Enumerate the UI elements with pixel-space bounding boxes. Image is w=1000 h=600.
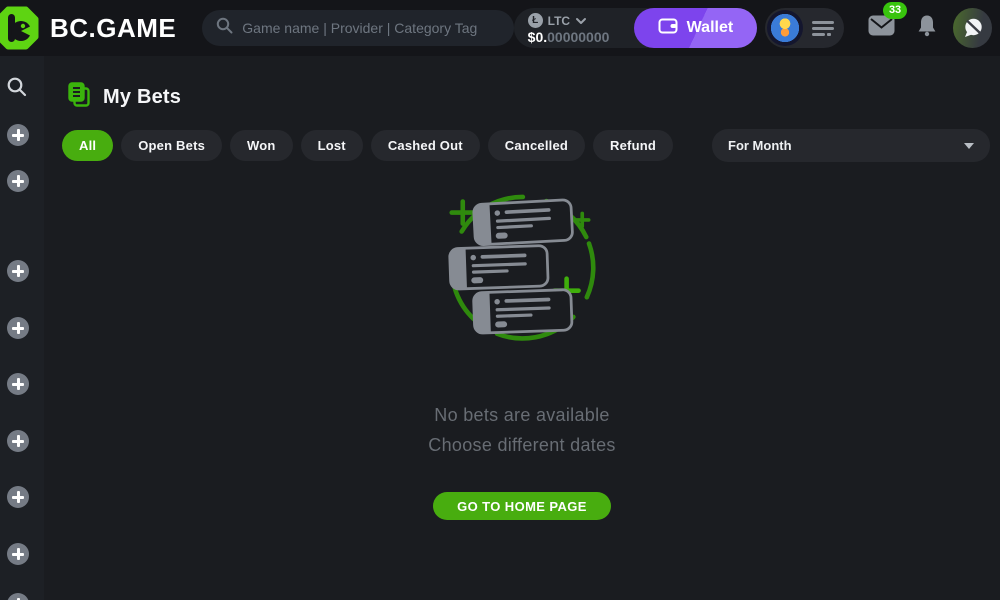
messages-badge: 33: [883, 2, 907, 19]
wallet-icon: [658, 17, 678, 39]
chat-disabled-icon: [961, 16, 985, 40]
profile-menu-icon[interactable]: [812, 21, 834, 36]
page-header: My Bets: [44, 56, 1000, 114]
sidebar-search-button[interactable]: [6, 76, 28, 103]
currency-selector[interactable]: Ł LTC $0.00000000: [514, 12, 634, 45]
tab-open-bets[interactable]: Open Bets: [121, 130, 222, 161]
user-avatar[interactable]: [767, 10, 803, 46]
currency-code: LTC: [548, 14, 570, 28]
profile-group: [765, 8, 844, 48]
my-bets-icon: [66, 81, 92, 114]
sidebar-plus-button[interactable]: [7, 593, 29, 600]
period-filter-value: For Month: [728, 138, 792, 153]
bell-icon: [917, 14, 937, 37]
tab-won[interactable]: Won: [230, 130, 293, 161]
my-bets-page: My Bets All Open Bets Won Lost Cashed Ou…: [44, 56, 1000, 600]
wallet-button[interactable]: Wallet: [634, 8, 758, 48]
notifications-button[interactable]: [917, 14, 937, 42]
bcgame-logo[interactable]: BC.GAME: [0, 5, 176, 51]
search-icon: [6, 76, 28, 98]
sidebar-plus-button[interactable]: [7, 260, 29, 282]
go-home-button[interactable]: GO TO HOME PAGE: [433, 492, 611, 520]
empty-message-line2: Choose different dates: [428, 435, 615, 456]
tab-cancelled[interactable]: Cancelled: [488, 130, 585, 161]
game-search-bar[interactable]: [202, 10, 513, 46]
ltc-coin-icon: Ł: [528, 13, 543, 28]
tab-refund[interactable]: Refund: [593, 130, 673, 161]
balance-wallet-group: Ł LTC $0.00000000 Wallet: [514, 8, 758, 48]
tab-all[interactable]: All: [62, 130, 113, 161]
empty-message-line1: No bets are available: [434, 405, 609, 426]
empty-bets-illustration: [435, 185, 610, 355]
bet-filter-tabs: All Open Bets Won Lost Cashed Out Cancel…: [62, 130, 1000, 161]
top-header: BC.GAME Ł LTC $0.00000000: [0, 0, 1000, 56]
empty-state: No bets are available Choose different d…: [44, 185, 1000, 520]
bcgame-logo-icon: [0, 5, 40, 51]
search-input[interactable]: [242, 20, 499, 36]
left-sidebar: [0, 56, 44, 600]
balance-amount: $0.00000000: [528, 30, 618, 45]
sidebar-plus-button[interactable]: [7, 124, 29, 146]
caret-down-icon: [964, 143, 974, 149]
tab-lost[interactable]: Lost: [301, 130, 363, 161]
chat-toggle-button[interactable]: [953, 8, 992, 48]
tab-cashed-out[interactable]: Cashed Out: [371, 130, 480, 161]
search-icon: [216, 17, 233, 39]
sidebar-plus-button[interactable]: [7, 430, 29, 452]
sidebar-plus-button[interactable]: [7, 486, 29, 508]
chevron-down-icon: [575, 12, 587, 30]
sidebar-plus-button[interactable]: [7, 543, 29, 565]
period-filter-dropdown[interactable]: For Month: [712, 129, 990, 162]
messages-button[interactable]: 33: [868, 15, 895, 41]
logo-wordmark: BC.GAME: [50, 13, 176, 44]
sidebar-plus-button[interactable]: [7, 373, 29, 395]
page-title: My Bets: [103, 86, 181, 109]
sidebar-plus-button[interactable]: [7, 317, 29, 339]
sidebar-plus-button[interactable]: [7, 170, 29, 192]
